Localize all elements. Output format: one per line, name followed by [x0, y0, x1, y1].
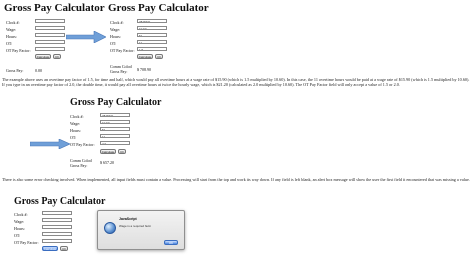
clock-label: Clock #: [14, 212, 28, 217]
comm-gross-label-line2: Gross Pay: [70, 163, 88, 168]
clock-input[interactable]: 3848461 [137, 19, 167, 23]
ot-factor-input[interactable] [35, 47, 65, 51]
ot-factor-input[interactable] [42, 239, 72, 243]
ot-factor-label: OT Pay Factor: [14, 240, 39, 245]
ot-label: OT: [14, 233, 21, 238]
clock-label: Clock #: [70, 114, 84, 119]
calculate-button[interactable]: Calculate [35, 54, 51, 59]
ot-input[interactable] [42, 232, 72, 236]
hours-input[interactable]: 51 [137, 33, 167, 37]
wage-input[interactable]: 10.60 [100, 120, 130, 124]
clock-label: Clock #: [6, 20, 20, 25]
wage-input[interactable] [42, 218, 72, 222]
error-checking-explanation: There is also some error checking involv… [2, 177, 470, 182]
hours-label: Hours: [6, 34, 17, 39]
wage-input[interactable]: 10.60 [137, 26, 167, 30]
calculator-title-2: Gross Pay Calculator [108, 2, 209, 14]
ot-label: OT: [110, 41, 117, 46]
clear-button[interactable]: Clr [155, 54, 163, 59]
wage-input[interactable] [35, 26, 65, 30]
alert-dialog-message: Wage is a required field. [119, 224, 152, 228]
ot-label: OT: [6, 41, 13, 46]
globe-icon [104, 222, 116, 234]
arrow-right-icon [30, 139, 70, 149]
gross-pay-value: 0.00 [35, 68, 42, 73]
gross-pay-value: $ 708.90 [137, 67, 151, 72]
ot-factor-label: OT Pay Factor: [6, 48, 31, 53]
alert-dialog: JavaScript Wage is a required field. OK [97, 210, 185, 250]
wage-label: Wage: [110, 27, 121, 32]
hours-input[interactable] [35, 33, 65, 37]
wage-label: Wage: [14, 219, 25, 224]
ot-input[interactable]: 11 [137, 40, 167, 44]
hours-input[interactable]: 51 [100, 127, 130, 131]
comm-gross-label-line2: Gross Pay: [110, 69, 128, 74]
ot-input[interactable]: 11 [100, 134, 130, 138]
ot-label: OT: [70, 135, 77, 140]
clear-button[interactable]: Clr [60, 246, 68, 251]
hours-label: Hours: [14, 226, 25, 231]
hours-input[interactable] [42, 225, 72, 229]
alert-dialog-title: JavaScript [119, 217, 137, 221]
arrow-right-icon [66, 31, 106, 43]
calculate-button[interactable]: Calculate [137, 54, 153, 59]
calculator-title: Gross Pay Calculator [4, 2, 105, 14]
ot-factor-input[interactable]: 2.0 [100, 141, 130, 145]
calculator-title-3: Gross Pay Calculator [70, 97, 162, 108]
ok-button[interactable]: OK [164, 240, 178, 245]
ot-factor-input[interactable]: 1.5 [137, 47, 167, 51]
calculator-title-4: Gross Pay Calculator [14, 196, 106, 207]
gross-pay-label: Gross Pay: [6, 68, 24, 73]
clear-button[interactable]: Clr [118, 149, 126, 154]
calculate-button[interactable]: Calculate [100, 149, 116, 154]
ot-input[interactable] [35, 40, 65, 44]
clear-button[interactable]: Clr [53, 54, 61, 59]
wage-label: Wage: [6, 27, 17, 32]
clock-input[interactable] [35, 19, 65, 23]
hours-label: Hours: [110, 34, 121, 39]
hours-label: Hours: [70, 128, 81, 133]
wage-label: Wage: [70, 121, 81, 126]
ot-factor-label: OT Pay Factor: [110, 48, 135, 53]
calculate-button[interactable]: Calculate [42, 246, 58, 251]
clock-label: Clock #: [110, 20, 124, 25]
clock-input[interactable]: 3848461 [100, 113, 130, 117]
gross-pay-value: $ 657.20 [100, 160, 114, 165]
overtime-explanation: The example above uses an overtime pay f… [2, 77, 470, 87]
clock-input[interactable] [42, 211, 72, 215]
ot-factor-label: OT Pay Factor: [70, 142, 95, 147]
